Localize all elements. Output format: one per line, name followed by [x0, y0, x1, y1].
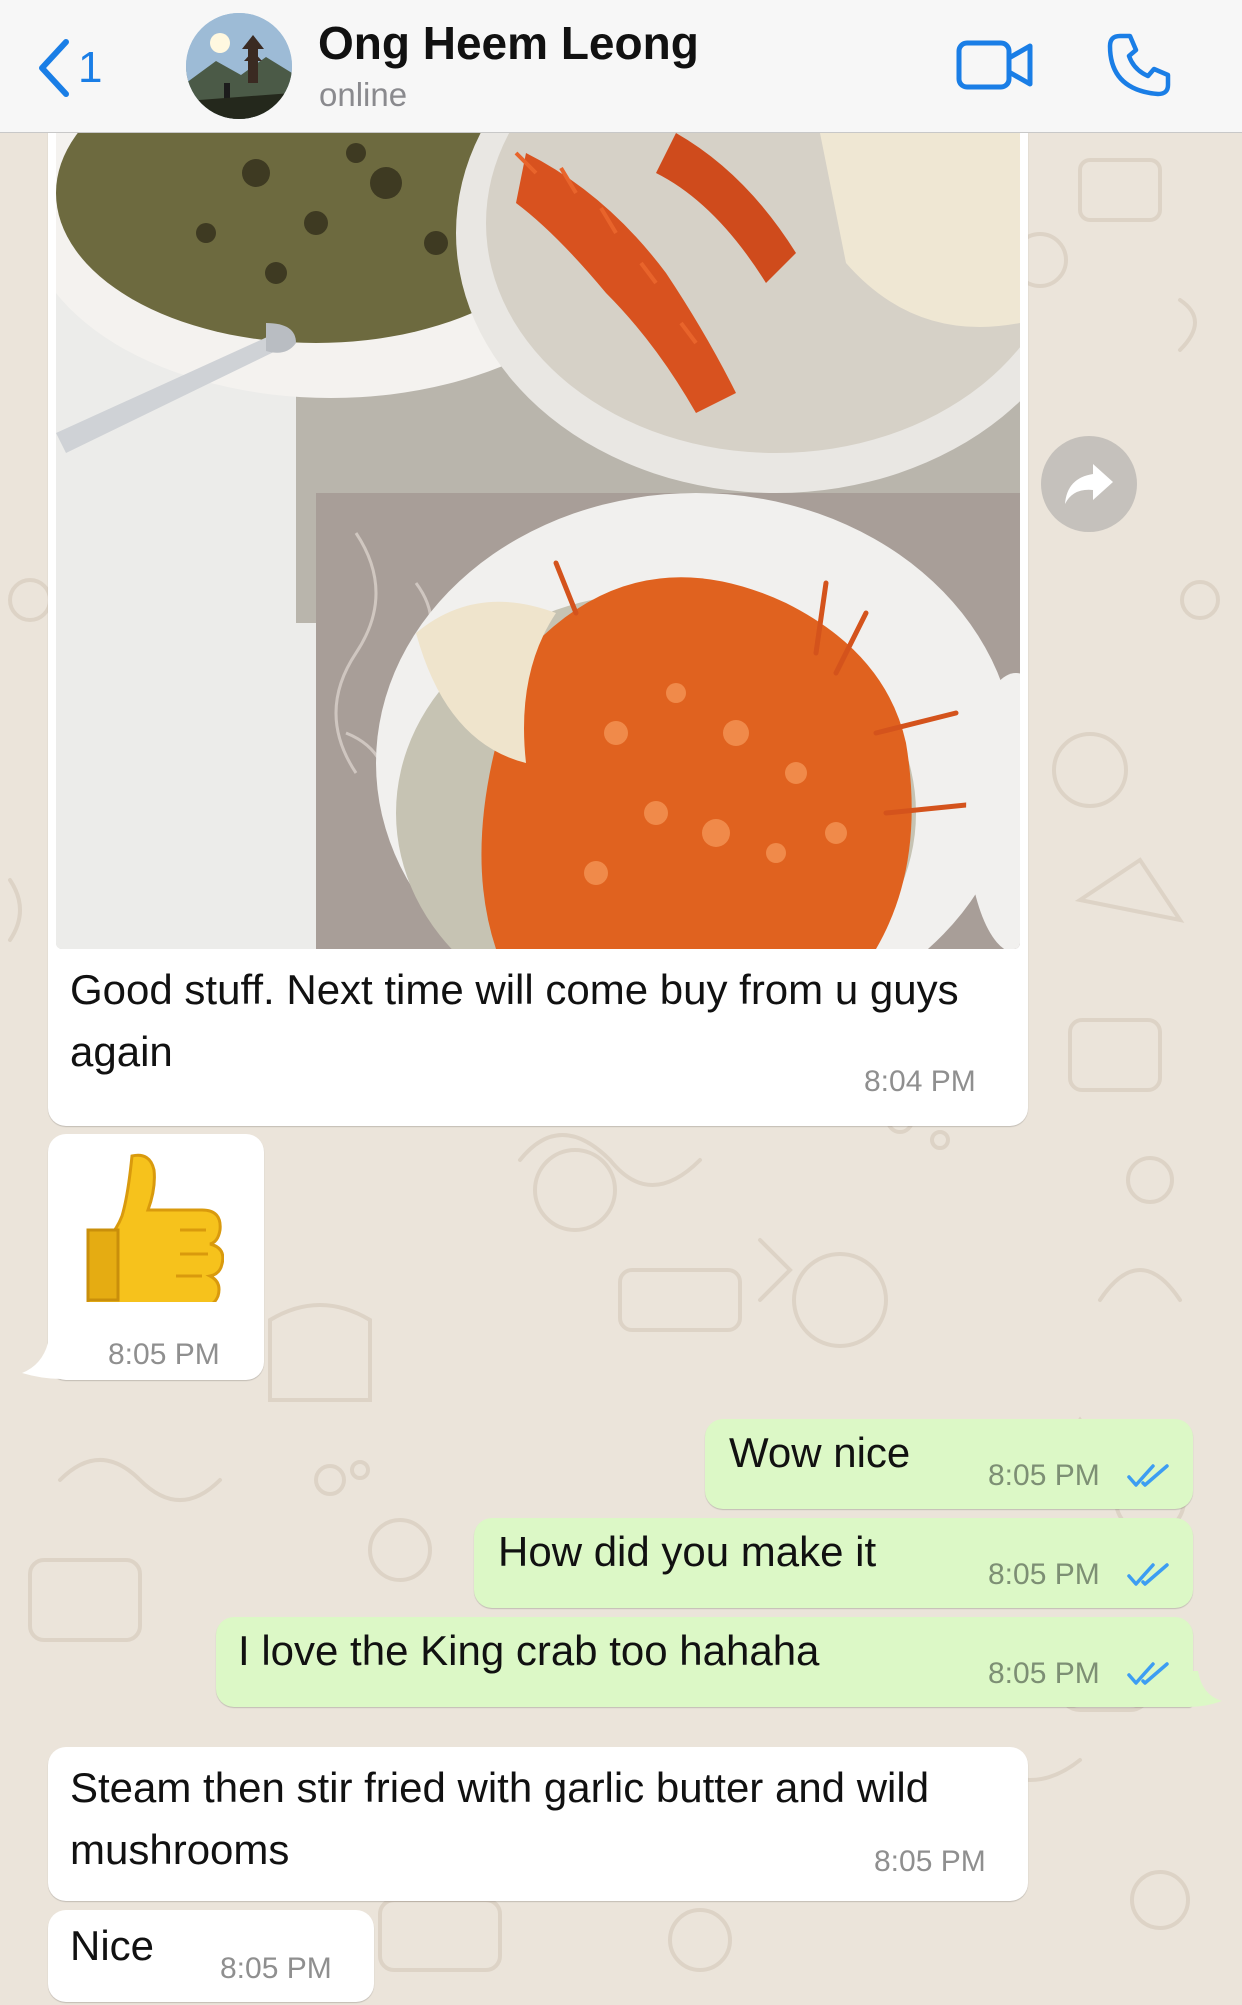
phone-icon: [1107, 33, 1171, 97]
chat-header: 1 Ong Heem Leong online: [0, 0, 1242, 133]
message-time: 8:05 PM: [220, 1952, 332, 1985]
voice-call-button[interactable]: [1106, 32, 1172, 103]
message-time: 8:05 PM: [988, 1558, 1100, 1591]
message-list[interactable]: Good stuff. Next time will come buy from…: [0, 113, 1242, 2005]
avatar[interactable]: [186, 13, 292, 119]
message-text: I love the King crab too hahaha: [238, 1627, 820, 1674]
unread-count: 1: [78, 43, 103, 92]
outgoing-message[interactable]: I love the King crab too hahaha 8:05 PM: [216, 1617, 1193, 1707]
bubble-tail: [22, 1343, 62, 1379]
message-time: 8:05 PM: [988, 1459, 1100, 1492]
contact-name[interactable]: Ong Heem Leong: [318, 16, 699, 70]
read-receipt-icon: [1127, 1662, 1169, 1685]
forward-arrow-icon: [1065, 464, 1113, 504]
thumbs-up-icon: [86, 1153, 224, 1302]
emoji-message[interactable]: 8:05 PM: [48, 1134, 264, 1380]
read-receipt-icon: [1127, 1464, 1169, 1487]
message-time: 8:04 PM: [864, 1065, 976, 1098]
message-time: 8:05 PM: [108, 1338, 220, 1371]
contact-status: online: [319, 76, 408, 113]
video-camera-icon: [956, 40, 1033, 90]
message-time: 8:05 PM: [988, 1657, 1100, 1690]
back-button[interactable]: 1: [36, 36, 102, 100]
message-text: Nice: [70, 1922, 155, 1969]
king-crab-photo[interactable]: [56, 113, 1020, 949]
forward-button[interactable]: [1041, 436, 1137, 532]
outgoing-message[interactable]: Wow nice 8:05 PM: [705, 1419, 1193, 1509]
message-text: How did you make it: [498, 1528, 877, 1575]
read-receipt-icon: [1127, 1563, 1169, 1586]
message-text: Steam then stir fried with garlic butter…: [70, 1764, 930, 1873]
incoming-message[interactable]: Nice 8:05 PM: [48, 1910, 374, 2002]
message-text: Wow nice: [729, 1429, 911, 1476]
message-time: 8:05 PM: [874, 1845, 986, 1878]
incoming-message[interactable]: Steam then stir fried with garlic butter…: [48, 1747, 1028, 1901]
video-call-button[interactable]: [956, 38, 1034, 97]
bubble-tail: [1188, 1671, 1222, 1707]
chevron-left-icon: [39, 39, 69, 97]
image-message[interactable]: Good stuff. Next time will come buy from…: [48, 113, 1028, 1126]
outgoing-message[interactable]: How did you make it 8:05 PM: [474, 1518, 1193, 1608]
